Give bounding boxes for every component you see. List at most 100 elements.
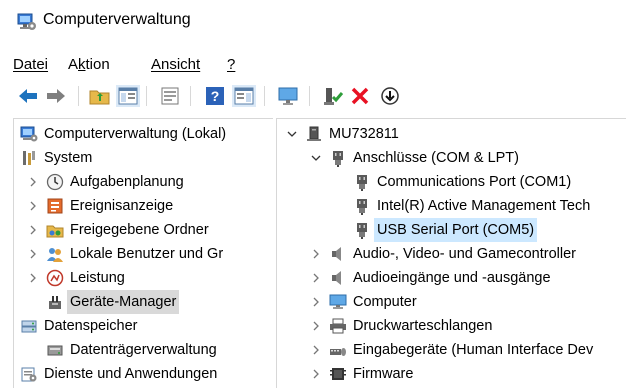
chevron-right-icon[interactable]: [311, 338, 325, 362]
services-icon: [20, 365, 38, 383]
show-hide-tree-icon[interactable]: [116, 85, 140, 107]
device-tree-item-mu732811[interactable]: MU732811: [277, 122, 626, 146]
chevron-right-icon[interactable]: [28, 218, 42, 242]
monitor-icon: [329, 293, 347, 311]
device-tree-item-eingabegeräte-human-interface-dev[interactable]: Eingabegeräte (Human Interface Dev: [277, 338, 626, 362]
chevron-right-icon[interactable]: [311, 314, 325, 338]
download-icon[interactable]: [378, 85, 402, 107]
toolbar-separator: [309, 86, 310, 106]
device-tree-item-computer[interactable]: Computer: [277, 290, 626, 314]
menu-aktion[interactable]: Aktion: [68, 55, 110, 75]
event-viewer-icon: [46, 197, 64, 215]
device-tree-item-audioeingänge-und-ausgänge[interactable]: Audioeingänge und -ausgänge: [277, 266, 626, 290]
back-arrow-icon[interactable]: [16, 85, 40, 107]
forward-arrow-icon[interactable]: [44, 85, 68, 107]
chevron-down-icon[interactable]: [14, 146, 16, 170]
tree-item-label: Geräte-Manager: [67, 290, 180, 314]
console-tree-item-lokale-benutzer-und-gr[interactable]: Lokale Benutzer und Gr: [14, 242, 273, 266]
menu-ansicht-label: Ansicht: [151, 56, 201, 73]
tree-item-label: Intel(R) Active Management Tech: [377, 198, 591, 214]
device-tree-item-communications-port-com1[interactable]: Communications Port (COM1): [277, 170, 626, 194]
tree-item-label: Ereignisanzeige: [70, 198, 174, 214]
disk-management-icon: [46, 341, 64, 359]
action-pane-icon[interactable]: [232, 85, 256, 107]
console-tree-item-datenspeicher[interactable]: Datenspeicher: [14, 314, 273, 338]
chevron-right-icon[interactable]: [311, 266, 325, 290]
help-icon[interactable]: ?: [203, 85, 227, 107]
tree-item-label: Anschlüsse (COM & LPT): [353, 150, 519, 166]
up-folder-icon[interactable]: [88, 85, 112, 107]
toolbar: ?: [0, 80, 626, 112]
chevron-right-icon[interactable]: [14, 362, 16, 386]
hid-icon: [329, 341, 347, 359]
console-tree-item-aufgabenplanung[interactable]: Aufgabenplanung: [14, 170, 273, 194]
window-title: Computerverwaltung: [43, 11, 191, 28]
chevron-right-icon[interactable]: [311, 290, 325, 314]
monitor-icon[interactable]: [276, 85, 300, 107]
toolbar-separator: [264, 86, 265, 106]
chevron-right-icon[interactable]: [28, 194, 42, 218]
speaker-icon: [329, 245, 347, 263]
users-icon: [46, 245, 64, 263]
port-icon: [329, 149, 347, 167]
device-tree-item-usb-serial-port-com5[interactable]: USB Serial Port (COM5): [277, 218, 626, 242]
computer-management-icon: [20, 125, 38, 143]
chevron-right-icon[interactable]: [28, 242, 42, 266]
port-icon: [353, 173, 371, 191]
tree-item-label: MU732811: [329, 126, 399, 142]
storage-icon: [20, 317, 38, 335]
console-tree-item-freigegebene-ordner[interactable]: Freigegebene Ordner: [14, 218, 273, 242]
menu-help[interactable]: ?: [227, 55, 235, 75]
chevron-down-icon[interactable]: [311, 146, 325, 170]
tree-item-label: Communications Port (COM1): [377, 174, 572, 190]
menu-datei-label: Datei: [13, 56, 49, 73]
delete-x-icon[interactable]: [348, 85, 372, 107]
toolbar-separator: [146, 86, 147, 106]
device-tree-item-anschlüsse-com-lpt[interactable]: Anschlüsse (COM & LPT): [277, 146, 626, 170]
console-tree-item-datenträgerverwaltung[interactable]: Datenträgerverwaltung: [14, 338, 273, 362]
chevron-down-icon[interactable]: [14, 314, 16, 338]
performance-icon: [46, 269, 64, 287]
port-icon: [353, 197, 371, 215]
tree-item-label: Datenspeicher: [44, 318, 138, 334]
chevron-down-icon[interactable]: [287, 122, 301, 146]
device-tree-item-druckwarteschlangen[interactable]: Druckwarteschlangen: [277, 314, 626, 338]
speaker-icon: [329, 269, 347, 287]
device-tree-item-audio-video-und-gamecontroller[interactable]: Audio-, Video- und Gamecontroller: [277, 242, 626, 266]
tree-item-label: USB Serial Port (COM5): [374, 218, 538, 242]
properties-icon[interactable]: [158, 85, 182, 107]
menu-datei[interactable]: Datei: [13, 55, 48, 75]
console-tree-item-geräte-manager[interactable]: Geräte-Manager: [14, 290, 273, 314]
chevron-right-icon[interactable]: [28, 170, 42, 194]
device-tree-item-firmware[interactable]: Firmware: [277, 362, 626, 386]
tree-item-label: Audioeingänge und -ausgänge: [353, 270, 551, 286]
chevron-right-icon[interactable]: [311, 242, 325, 266]
menu-ansicht[interactable]: Ansicht: [151, 55, 200, 75]
tree-item-label: System: [44, 150, 93, 166]
tree-item-label: Aufgabenplanung: [70, 174, 184, 190]
enable-driver-icon[interactable]: [321, 85, 345, 107]
device-manager-icon: [46, 293, 64, 311]
tree-item-label: Computer: [353, 294, 417, 310]
console-tree-item-computerverwaltung-lokal[interactable]: Computerverwaltung (Lokal): [14, 122, 273, 146]
chevron-right-icon[interactable]: [28, 266, 42, 290]
toolbar-separator: [78, 86, 79, 106]
console-tree-item-dienste-und-anwendungen[interactable]: Dienste und Anwendungen: [14, 362, 273, 386]
console-tree-item-system[interactable]: System: [14, 146, 273, 170]
console-tree-pane: Computerverwaltung (Lokal) System Aufgaben…: [13, 118, 273, 388]
tree-item-label: Lokale Benutzer und Gr: [70, 246, 224, 262]
tree-item-label: Computerverwaltung (Lokal): [44, 126, 227, 142]
device-tree-item-intel-r-active-management-tech[interactable]: Intel(R) Active Management Tech: [277, 194, 626, 218]
tree-item-label: Leistung: [70, 270, 125, 286]
menu-help-label: ?: [227, 56, 236, 73]
console-tree-item-leistung[interactable]: Leistung: [14, 266, 273, 290]
tree-item-label: Dienste und Anwendungen: [44, 366, 218, 382]
tree-item-label: Datenträgerverwaltung: [70, 342, 217, 358]
tree-item-label: Firmware: [353, 366, 414, 382]
console-tree-item-ereignisanzeige[interactable]: Ereignisanzeige: [14, 194, 273, 218]
clock-icon: [46, 173, 64, 191]
pc-icon: [305, 125, 323, 143]
chevron-right-icon[interactable]: [311, 362, 325, 386]
menu-aktion-label: Aktion: [68, 56, 110, 73]
printer-icon: [329, 317, 347, 335]
